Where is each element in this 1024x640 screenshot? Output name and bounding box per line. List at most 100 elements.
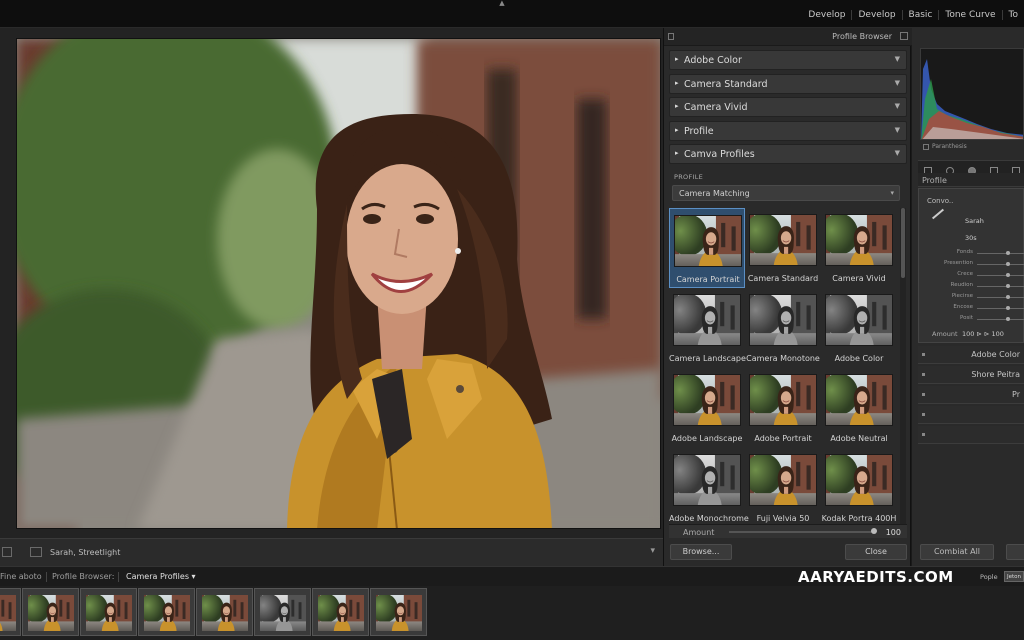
histogram-checkbox[interactable] — [923, 144, 929, 150]
filmstrip-thumbnail[interactable] — [196, 588, 253, 636]
profile-tile[interactable]: Adobe Portrait — [745, 368, 821, 448]
filmstrip-thumbnail[interactable] — [312, 588, 369, 636]
adjust-slider[interactable]: Fonds — [925, 249, 1024, 259]
panel-row[interactable]: Pr — [918, 386, 1024, 404]
profile-group-label: Camera Standard — [684, 78, 768, 90]
module-tab[interactable]: To — [1001, 10, 1024, 20]
profile-thumbnail — [825, 454, 893, 506]
profile-group-label: Profile — [684, 125, 714, 137]
slider-track[interactable] — [977, 264, 1024, 265]
chevron-down-icon: ▼ — [894, 78, 900, 87]
profile-tile[interactable]: Camera Standard — [745, 208, 821, 288]
scrollbar-thumb[interactable] — [901, 208, 905, 278]
profile-group-header[interactable]: ▸ Camva Profiles ▼ — [669, 144, 907, 165]
breadcrumb-divider — [46, 572, 47, 582]
breadcrumb-source[interactable]: Fine aboto — [0, 572, 42, 581]
adjust-slider[interactable]: Reudion — [925, 282, 1024, 292]
reset-button[interactable] — [1006, 544, 1024, 560]
slider-knob[interactable] — [1006, 306, 1011, 310]
slider-knob[interactable] — [1006, 284, 1011, 288]
breadcrumb-camera-profiles[interactable]: Camera Profiles ▾ — [126, 572, 196, 581]
slider-knob[interactable] — [1006, 262, 1011, 266]
combo-label[interactable]: Convo.. — [927, 197, 953, 205]
expand-triangle-icon: ▸ — [675, 78, 679, 87]
browse-button[interactable]: Browse... — [670, 544, 732, 560]
profile-group-label: Camva Profiles — [684, 149, 755, 161]
filmstrip-photo — [0, 595, 16, 631]
filmstrip-thumbnail[interactable] — [370, 588, 427, 636]
slider-track[interactable] — [977, 253, 1024, 254]
slider-track[interactable] — [977, 308, 1024, 309]
filmstrip-thumbnail[interactable] — [254, 588, 311, 636]
slider-knob[interactable] — [1006, 273, 1011, 277]
panel-grip-icon[interactable] — [668, 33, 674, 40]
profile-tile[interactable]: Camera Monotone — [745, 288, 821, 368]
slider-track[interactable] — [977, 319, 1024, 320]
eyedropper-icon[interactable] — [931, 208, 945, 220]
profile-select[interactable]: Camera Matching ▾ — [672, 185, 900, 201]
histogram[interactable] — [920, 48, 1024, 140]
profile-field-label: PROFILE — [674, 173, 704, 181]
filmstrip-thumbnail[interactable] — [0, 588, 21, 636]
profile-tile[interactable]: Camera Landscape — [669, 288, 746, 368]
panel-row-empty[interactable] — [918, 426, 1024, 444]
compare-view-icon[interactable] — [30, 547, 42, 557]
filmstrip-thumbnail[interactable] — [80, 588, 137, 636]
panel-row-empty[interactable] — [918, 406, 1024, 424]
profile-tile[interactable]: Fuji Velvia 50 — [745, 448, 821, 528]
profile-tile[interactable]: Kodak Portra 400H — [821, 448, 897, 528]
profile-tile[interactable]: Adobe Color — [821, 288, 897, 368]
profile-grid-scrollbar[interactable] — [900, 208, 906, 524]
profile-section-header[interactable]: Profile — [918, 173, 1024, 187]
amount-slider-knob[interactable] — [871, 528, 877, 534]
slider-knob[interactable] — [1006, 251, 1011, 255]
panel-row[interactable]: Shore Peitra — [918, 366, 1024, 384]
grid-view-icon[interactable] — [2, 547, 12, 557]
breadcrumb-profile-browser[interactable]: Profile Browser: — [52, 572, 114, 581]
collapse-top-panel-icon[interactable]: ▲ — [497, 0, 507, 7]
module-tab[interactable]: Basic — [901, 10, 939, 20]
slider-knob[interactable] — [1006, 317, 1011, 321]
profile-settings-box: Convo.. Sarah 30s Fonds Presention Crece Re… — [918, 188, 1024, 343]
people-label: Pople — [980, 573, 998, 581]
profile-tile[interactable]: Adobe Landscape — [669, 368, 745, 448]
profile-tile[interactable]: Camera Vivid — [821, 208, 897, 288]
profile-group-header[interactable]: ▸ Camera Standard ▼ — [669, 73, 907, 94]
slider-track[interactable] — [977, 297, 1024, 298]
panel-row-label: Pr — [1012, 390, 1020, 399]
close-panel-icon[interactable] — [900, 32, 908, 40]
histogram-checkbox-label: Paranthesis — [932, 143, 967, 150]
profile-tile[interactable]: Adobe Neutral — [821, 368, 897, 448]
filmstrip-photo — [144, 595, 190, 631]
module-tab[interactable]: Develop — [851, 10, 901, 20]
adjust-slider[interactable]: Crece — [925, 271, 1024, 281]
profile-group-header[interactable]: ▸ Adobe Color ▼ — [669, 50, 907, 70]
slider-knob[interactable] — [1006, 295, 1011, 299]
filmstrip-thumbnail[interactable] — [22, 588, 79, 636]
toolbar-menu-chevron-icon[interactable]: ▾ — [650, 546, 655, 556]
adjust-slider[interactable]: Encose — [925, 304, 1024, 314]
filmstrip-thumbnail[interactable] — [138, 588, 195, 636]
amount-slider-track[interactable] — [729, 531, 873, 533]
portrait-image — [17, 39, 660, 528]
filmstrip-photo — [28, 595, 74, 631]
filmstrip-photo — [202, 595, 248, 631]
profile-group-header[interactable]: ▸ Camera Vivid ▼ — [669, 97, 907, 118]
adjust-slider[interactable]: Posit — [925, 315, 1024, 325]
profile-group-header[interactable]: ▸ Profile ▼ — [669, 120, 907, 141]
module-tab[interactable]: Tone Curve — [938, 10, 1001, 20]
panel-row[interactable]: Adobe Color — [918, 346, 1024, 364]
people-button[interactable]: Jeton — [1004, 571, 1024, 582]
module-tab[interactable]: Develop — [802, 10, 851, 20]
adjust-slider[interactable]: Piecirse — [925, 293, 1024, 303]
profile-tile[interactable]: Adobe Monochrome — [669, 448, 749, 528]
slider-track[interactable] — [977, 286, 1024, 287]
close-button[interactable]: Close — [845, 544, 907, 560]
combine-all-button[interactable]: Combiat All — [920, 544, 994, 560]
slider-track[interactable] — [977, 275, 1024, 276]
adjust-slider[interactable]: Presention — [925, 260, 1024, 270]
profile-tile[interactable]: Camera Portrait — [669, 208, 745, 288]
profile-tile-label: Camera Monotone — [746, 354, 820, 363]
amount-value[interactable]: 100 — [886, 528, 901, 537]
main-photo[interactable] — [16, 38, 661, 529]
